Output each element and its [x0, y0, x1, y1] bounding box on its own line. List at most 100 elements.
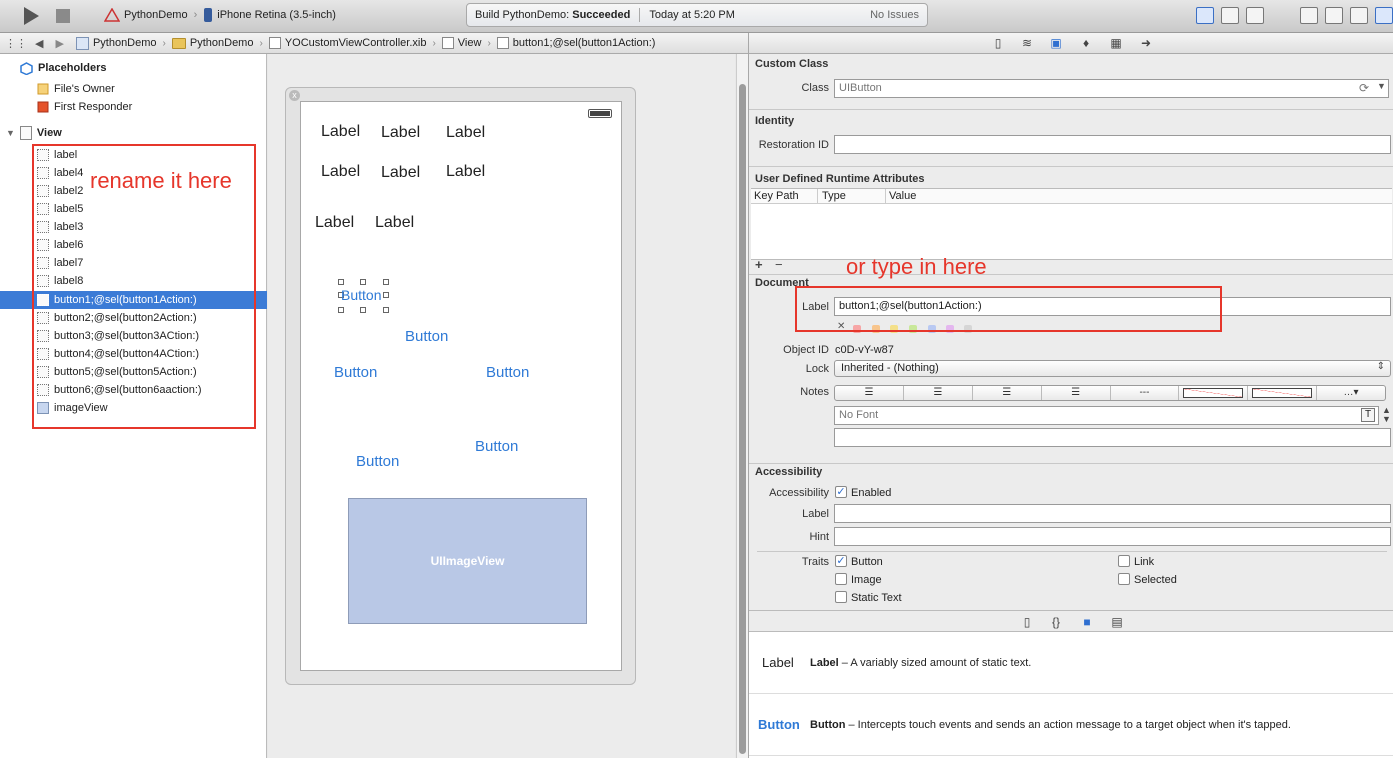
- navigator-toggle-icon[interactable]: [1300, 7, 1318, 24]
- lock-popup[interactable]: Inherited - (Nothing) ⇕: [834, 360, 1391, 377]
- font-picker-icon[interactable]: T: [1361, 408, 1375, 422]
- trait-image-checkbox[interactable]: [835, 573, 847, 585]
- debug-area-toggle-icon[interactable]: [1325, 7, 1343, 24]
- trait-button-checkbox[interactable]: ✓: [835, 555, 847, 567]
- object-library-icon[interactable]: ■: [1080, 615, 1094, 629]
- canvas-button[interactable]: Button: [475, 438, 518, 455]
- quick-help-icon[interactable]: ≋: [1020, 36, 1034, 50]
- identity-inspector-icon[interactable]: ▣: [1049, 36, 1063, 50]
- utilities-toggle-icon[interactable]: [1350, 7, 1368, 24]
- accessibility-enabled-checkbox[interactable]: ✓: [835, 486, 847, 498]
- canvas-label[interactable]: Label: [381, 124, 420, 142]
- jumpbar-item-project[interactable]: PythonDemo: [75, 36, 157, 50]
- view-canvas[interactable]: Label Label Label Label Label Label Labe…: [300, 101, 622, 671]
- runtime-attributes-table[interactable]: Key Path Type Value: [751, 188, 1392, 260]
- resize-handle[interactable]: [360, 307, 366, 313]
- canvas-label[interactable]: Label: [321, 163, 360, 181]
- media-library-icon[interactable]: ▤: [1110, 615, 1124, 629]
- align-natural-icon[interactable]: ---: [1111, 386, 1180, 400]
- file-inspector-icon[interactable]: ▯: [991, 36, 1005, 50]
- canvas-button[interactable]: Button: [405, 328, 448, 345]
- jumpbar-item-group[interactable]: PythonDemo: [171, 37, 253, 49]
- section-divider: [749, 109, 1393, 110]
- remove-attribute-button[interactable]: −: [775, 257, 783, 272]
- files-owner-icon: [37, 83, 49, 95]
- canvas-label[interactable]: Label: [315, 214, 354, 232]
- disclosure-triangle-icon[interactable]: ▼: [6, 128, 15, 138]
- first-responder-item[interactable]: First Responder: [37, 98, 132, 116]
- trait-link-checkbox[interactable]: [1118, 555, 1130, 567]
- version-editor-icon[interactable]: [1246, 7, 1264, 24]
- canvas-button[interactable]: Button: [486, 364, 529, 381]
- canvas-scrollbar[interactable]: [736, 54, 748, 758]
- resize-handle[interactable]: [338, 279, 344, 285]
- interface-builder-canvas[interactable]: x Label Label Label Label Label Label La…: [268, 54, 735, 758]
- trait-static-text-checkbox[interactable]: [835, 591, 847, 603]
- canvas-button-selected[interactable]: Button: [341, 287, 381, 303]
- canvas-label[interactable]: Label: [446, 163, 485, 181]
- chevron-right-icon: ›: [193, 9, 198, 21]
- canvas-label[interactable]: Label: [321, 123, 360, 141]
- resize-handle[interactable]: [360, 279, 366, 285]
- utilities-active-icon[interactable]: [1375, 7, 1393, 24]
- canvas-button[interactable]: Button: [356, 453, 399, 470]
- arrow-circle-icon[interactable]: ⟳: [1359, 81, 1369, 95]
- library-item-preview: Button: [758, 717, 800, 732]
- background-color-well[interactable]: [1248, 386, 1318, 400]
- attributes-inspector-icon[interactable]: ♦: [1079, 36, 1093, 50]
- resize-handle[interactable]: [383, 307, 389, 313]
- resize-handle[interactable]: [383, 279, 389, 285]
- view-item[interactable]: ▼ View: [6, 124, 62, 142]
- chevron-down-icon[interactable]: ▼: [1377, 81, 1386, 91]
- key-path-column[interactable]: Key Path: [754, 190, 799, 202]
- canvas-label[interactable]: Label: [375, 214, 414, 232]
- canvas-label[interactable]: Label: [381, 164, 420, 182]
- accessibility-hint-field[interactable]: [834, 527, 1391, 546]
- more-options-icon[interactable]: …▾: [1317, 386, 1385, 400]
- value-column[interactable]: Value: [889, 190, 916, 202]
- align-right-icon[interactable]: ☰: [973, 386, 1042, 400]
- accessibility-label-field[interactable]: [834, 504, 1391, 523]
- jumpbar-item-button[interactable]: button1;@sel(button1Action:): [496, 37, 655, 49]
- stop-button[interactable]: [54, 6, 72, 26]
- resize-handle[interactable]: [338, 307, 344, 313]
- align-left-icon[interactable]: ☰: [835, 386, 904, 400]
- file-template-icon[interactable]: ▯: [1020, 615, 1034, 629]
- files-owner-item[interactable]: File's Owner: [37, 80, 115, 98]
- jumpbar-item-xib[interactable]: YOCustomViewController.xib: [268, 37, 426, 49]
- align-justify-icon[interactable]: ☰: [1042, 386, 1111, 400]
- restoration-id-field[interactable]: [834, 135, 1391, 154]
- related-items-icon[interactable]: ⋮⋮: [5, 37, 27, 50]
- font-stepper-icon[interactable]: ▲ ▼: [1382, 406, 1391, 424]
- align-center-icon[interactable]: ☰: [904, 386, 973, 400]
- library-item-label[interactable]: Label Label – A variably sized amount of…: [749, 632, 1393, 694]
- forward-arrow-icon[interactable]: ▶: [55, 37, 63, 50]
- standard-editor-icon[interactable]: [1196, 7, 1214, 24]
- resize-handle[interactable]: [383, 292, 389, 298]
- class-combo-box[interactable]: UIButton: [834, 79, 1389, 98]
- add-attribute-button[interactable]: +: [755, 257, 763, 272]
- trait-selected-checkbox[interactable]: [1118, 573, 1130, 585]
- run-button[interactable]: [20, 6, 42, 26]
- close-icon[interactable]: x: [289, 90, 300, 101]
- canvas-label[interactable]: Label: [446, 124, 485, 142]
- size-inspector-icon[interactable]: ▦: [1109, 36, 1123, 50]
- notes-text-area[interactable]: [834, 428, 1391, 447]
- canvas-button[interactable]: Button: [334, 364, 377, 381]
- type-column[interactable]: Type: [822, 190, 846, 202]
- notes-font-field[interactable]: No Font: [834, 406, 1379, 425]
- assistant-editor-icon[interactable]: [1221, 7, 1239, 24]
- up-down-arrows-icon: ⇕: [1376, 361, 1385, 372]
- jumpbar-item-view[interactable]: View: [441, 37, 481, 49]
- connections-inspector-icon[interactable]: ➜: [1139, 36, 1153, 50]
- scheme-selector[interactable]: PythonDemo › iPhone Retina (3.5-inch): [104, 8, 336, 22]
- scroll-thumb[interactable]: [739, 84, 746, 754]
- canvas-imageview[interactable]: UIImageView: [348, 498, 587, 624]
- trait-link-label: Link: [1134, 556, 1155, 568]
- library-item-button[interactable]: Button Button – Intercepts touch events …: [749, 694, 1393, 756]
- folder-icon: [171, 37, 186, 49]
- back-arrow-icon[interactable]: ◀: [35, 37, 43, 50]
- code-snippet-icon[interactable]: {}: [1049, 615, 1063, 629]
- text-color-well[interactable]: [1179, 386, 1249, 400]
- runtime-attributes-title: User Defined Runtime Attributes: [755, 173, 925, 185]
